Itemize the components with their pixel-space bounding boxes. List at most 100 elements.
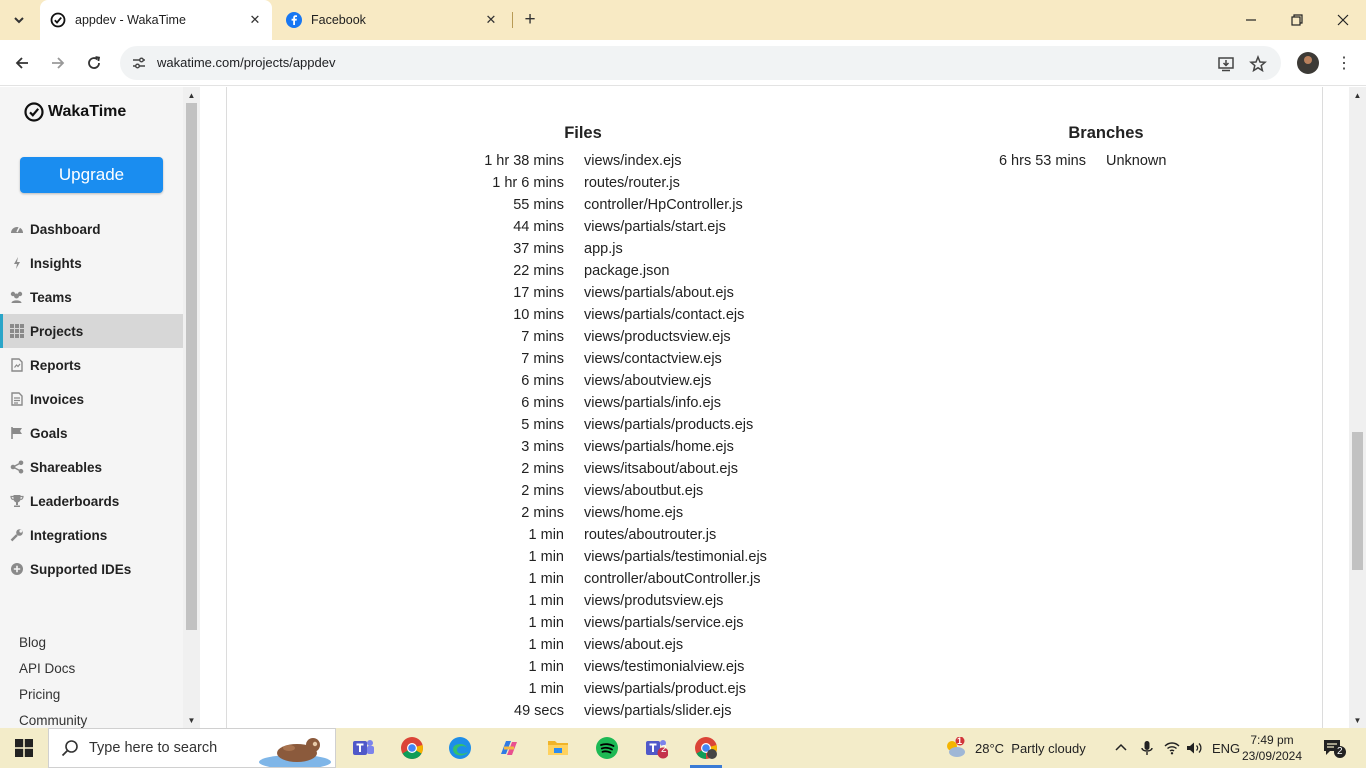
close-icon[interactable]: ✕ [246,11,264,29]
language-indicator[interactable]: ENG [1212,728,1240,768]
file-name[interactable]: routes/aboutrouter.js [584,527,716,543]
install-app-icon[interactable] [1215,53,1237,75]
footer-link-blog[interactable]: Blog [19,635,46,650]
sidebar-item-projects[interactable]: Projects [0,314,183,348]
file-name[interactable]: views/productsview.ejs [584,329,731,345]
sidebar-item-leaderboards[interactable]: Leaderboards [0,484,183,518]
branch-name[interactable]: Unknown [1106,153,1166,169]
scroll-down-icon[interactable]: ▼ [183,712,200,728]
file-name[interactable]: routes/router.js [584,175,680,191]
file-row: 3 mins views/partials/home.ejs [377,436,767,458]
restore-icon [1291,14,1303,26]
file-duration: 49 secs [514,703,564,719]
volume-button[interactable] [1186,728,1204,768]
tab-facebook[interactable]: Facebook ✕ [276,0,508,40]
tab-search-button[interactable] [6,7,32,33]
taskbar-chrome-active[interactable] [682,728,730,768]
clock[interactable]: 7:49 pm 23/09/2024 [1240,732,1304,764]
site-info-icon[interactable] [130,54,148,72]
file-row: 1 min views/partials/service.ejs [377,612,767,634]
taskbar-search[interactable]: Type here to search [48,728,336,768]
file-name[interactable]: views/partials/about.ejs [584,285,734,301]
minimize-button[interactable] [1228,0,1274,40]
scrollbar-thumb[interactable] [186,103,197,630]
new-tab-button[interactable]: + [518,8,542,32]
taskbar-spotify[interactable] [583,728,631,768]
taskbar-copilot[interactable] [485,728,533,768]
reload-button[interactable] [81,50,107,76]
notification-center-button[interactable]: 2 [1320,736,1350,760]
footer-link-api-docs[interactable]: API Docs [19,661,75,676]
taskbar-edge[interactable] [436,728,484,768]
file-name[interactable]: package.json [584,263,669,279]
file-duration: 1 min [528,681,564,697]
scrollbar-thumb[interactable] [1352,432,1363,570]
sidebar-item-reports[interactable]: Reports [0,348,183,382]
file-name[interactable]: views/partials/start.ejs [584,219,726,235]
start-button[interactable] [0,728,48,768]
taskbar-file-explorer[interactable] [534,728,582,768]
file-name[interactable]: controller/HpController.js [584,197,743,213]
branch-duration: 6 hrs 53 mins [998,153,1086,169]
scroll-up-icon[interactable]: ▲ [183,87,200,103]
taskbar-teams[interactable]: 2 [632,728,680,768]
wakatime-logo[interactable]: WakaTime [24,102,126,122]
close-icon[interactable]: ✕ [482,11,500,29]
file-name[interactable]: views/contactview.ejs [584,351,722,367]
file-name[interactable]: views/home.ejs [584,505,683,521]
file-name[interactable]: views/partials/contact.ejs [584,307,744,323]
file-row: 10 mins views/partials/contact.ejs [377,304,767,326]
notification-icon [1324,740,1346,758]
file-name[interactable]: views/partials/testimonial.ejs [584,549,767,565]
file-duration: 1 min [528,527,564,543]
close-window-button[interactable] [1320,0,1366,40]
show-hidden-icons-button[interactable] [1114,728,1128,768]
file-name[interactable]: views/partials/info.ejs [584,395,721,411]
file-row: 2 mins views/home.ejs [377,502,767,524]
network-button[interactable] [1164,728,1180,768]
file-name[interactable]: views/itsabout/about.ejs [584,461,738,477]
file-name[interactable]: controller/aboutController.js [584,571,761,587]
footer-link-pricing[interactable]: Pricing [19,687,60,702]
sidebar-item-supported-ides[interactable]: Supported IDEs [0,552,183,586]
sidebar-item-shareables[interactable]: Shareables [0,450,183,484]
file-name[interactable]: views/partials/product.ejs [584,681,746,697]
file-name[interactable]: views/aboutbut.ejs [584,483,703,499]
sidebar-item-goals[interactable]: Goals [0,416,183,450]
file-name[interactable]: views/partials/service.ejs [584,615,744,631]
sidebar-scrollbar[interactable]: ▲ ▼ [183,87,200,728]
sidebar-item-invoices[interactable]: Invoices [0,382,183,416]
restore-button[interactable] [1274,0,1320,40]
sidebar-item-insights[interactable]: Insights [0,246,183,280]
file-name[interactable]: views/index.ejs [584,153,682,169]
scroll-up-icon[interactable]: ▲ [1349,87,1366,103]
file-name[interactable]: views/aboutview.ejs [584,373,711,389]
sidebar: WakaTime Upgrade Dashboard Insights Team… [0,87,200,728]
sidebar-item-integrations[interactable]: Integrations [0,518,183,552]
file-name[interactable]: views/about.ejs [584,637,683,653]
file-name[interactable]: views/testimonialview.ejs [584,659,744,675]
back-button[interactable] [9,50,35,76]
file-name[interactable]: views/partials/products.ejs [584,417,753,433]
tab-wakatime[interactable]: appdev - WakaTime ✕ [40,0,272,40]
file-name[interactable]: views/produtsview.ejs [584,593,723,609]
page-scrollbar[interactable]: ▲ ▼ [1349,87,1366,728]
bookmark-star-icon[interactable] [1247,53,1269,75]
profile-avatar[interactable] [1297,52,1319,74]
omnibox[interactable]: wakatime.com/projects/appdev [120,46,1281,80]
sidebar-item-dashboard[interactable]: Dashboard [0,212,183,246]
scroll-down-icon[interactable]: ▼ [1349,712,1366,728]
footer-link-community[interactable]: Community [19,713,87,728]
weather-widget[interactable]: 1 28°C Partly cloudy [943,728,1086,768]
file-row: 6 mins views/partials/info.ejs [377,392,767,414]
browser-menu-icon[interactable]: ⋮ [1333,52,1355,74]
forward-button[interactable] [45,50,71,76]
taskbar-chrome[interactable] [388,728,436,768]
upgrade-button[interactable]: Upgrade [20,157,163,193]
microphone-button[interactable] [1140,728,1154,768]
file-name[interactable]: app.js [584,241,623,257]
sidebar-item-teams[interactable]: Teams [0,280,183,314]
taskbar-teams-work[interactable] [339,728,387,768]
file-name[interactable]: views/partials/home.ejs [584,439,734,455]
file-name[interactable]: views/partials/slider.ejs [584,703,731,719]
